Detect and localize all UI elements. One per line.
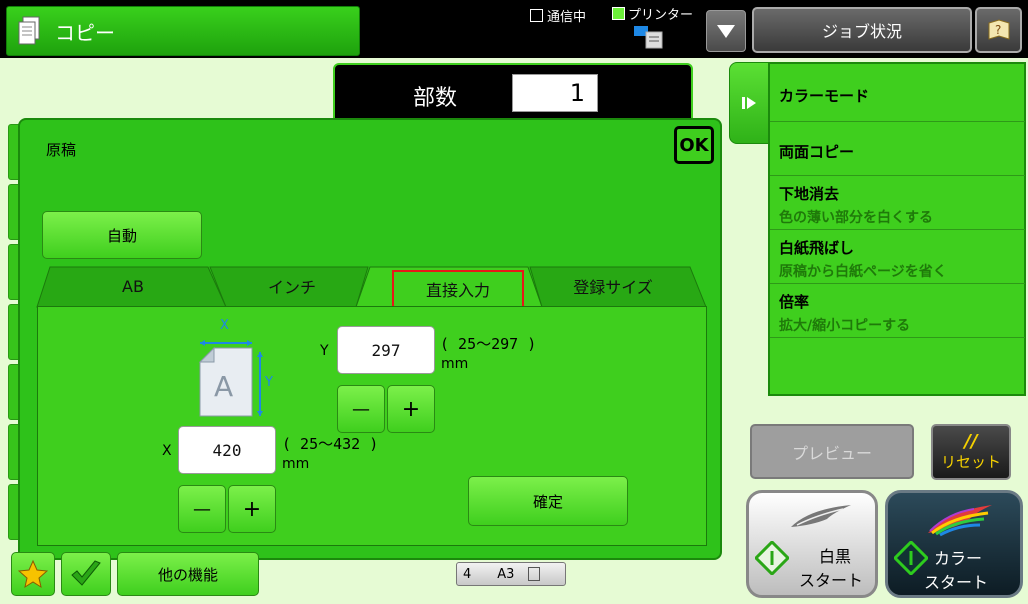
sidebar-item-zoom[interactable]: 倍率 拡大/縮小コピーする [770,284,1025,338]
tab-inch[interactable]: インチ [212,266,372,306]
color-feather-icon [928,505,992,537]
tray-icon [528,567,541,581]
printer-indicator: プリンター [612,4,693,23]
tray-paper-size: A3 [497,566,515,582]
help-button[interactable]: ? [975,7,1022,53]
app-title-bar: コピー [6,6,360,56]
color-start-button[interactable]: カラー スタート [885,490,1023,598]
y-size-input[interactable]: 297 [337,326,435,374]
tray-number: 4 [463,566,472,582]
y-range: ( 25～297 ) [440,335,537,353]
sidebar-item-duplex-label: 両面コピー [779,143,855,161]
bw-start-line1: 白黒 [819,547,852,566]
app-title: コピー [55,20,115,45]
color-start-line1: カラー [934,549,983,568]
diagram-x-label: X [220,318,229,333]
bw-start-diamond-icon [755,541,789,575]
copies-value: 1 [569,79,585,107]
x-range: ( 25～432 ) [282,435,379,453]
sidebar-item-zoom-label: 倍率 [779,293,810,311]
y-unit: mm [441,356,469,372]
copies-input[interactable]: 1 [512,74,598,112]
job-status-label: ジョブ状況 [821,22,902,41]
reset-mark-icon: // [964,430,978,452]
check-button[interactable] [61,552,111,596]
x-decrement-button[interactable]: — [178,485,226,533]
tab-ab-label: AB [122,276,144,296]
x-size-value: 420 [212,440,242,460]
y-size-value: 297 [371,340,401,360]
x-field-label: X [162,443,172,459]
preview-button[interactable]: プレビュー [750,424,914,479]
sidebar-item-blank-skip[interactable]: 白紙飛ばし 原稿から白紙ページを省く [770,230,1025,284]
bw-feather-icon [791,505,851,527]
favorite-button[interactable] [11,552,55,596]
printer-device-icon [632,24,664,50]
printer-status-icon [612,7,625,20]
sidebar-item-zoom-sub: 拡大/縮小コピーする [779,318,911,334]
tab-direct-input[interactable]: 直接入力 [392,270,524,308]
job-status-button[interactable]: ジョブ状況 [752,7,972,53]
x-minus-label: — [193,498,211,520]
y-field-label: Y [320,343,329,359]
tab-registered-size[interactable]: 登録サイズ [532,266,694,306]
paper-size-diagram [198,340,263,417]
printer-label: プリンター [628,8,694,23]
sidebar-item-color-mode[interactable]: カラーモード [770,64,1025,122]
triangle-down-icon [717,24,735,38]
x-plus-label: + [242,496,262,522]
confirm-label: 確定 [532,492,563,511]
copies-label: 部数 [413,86,458,111]
y-minus-label: — [352,398,370,420]
expand-arrow-icon [742,97,756,109]
dialog-title: 原稿 [46,141,77,159]
copy-icon [17,16,41,46]
ok-button[interactable]: OK [674,126,714,164]
bw-start-line2: スタート [799,571,864,590]
preview-label: プレビュー [791,443,872,463]
comm-label: 通信中 [547,10,587,25]
checkmark-icon [71,560,101,586]
bw-start-button[interactable]: 白黒 スタート [746,490,878,598]
x-increment-button[interactable]: + [228,485,276,533]
color-start-diamond-icon [894,541,928,575]
sidebar-item-color-mode-label: カラーモード [779,87,870,105]
sidebar-item-background-removal-sub: 色の薄い部分を白くする [779,210,933,226]
star-icon [18,559,48,589]
svg-text:?: ? [995,23,1001,37]
sidebar-item-duplex[interactable]: 両面コピー [770,122,1025,176]
sidebar-expand-handle[interactable] [729,62,769,144]
y-increment-button[interactable]: + [387,385,435,433]
dropdown-button[interactable] [706,10,746,52]
ok-label: OK [679,134,709,156]
tab-inch-label: インチ [267,278,316,297]
paper-tray-indicator: 4 A3 [456,562,566,586]
comm-indicator: 通信中 [530,6,586,25]
auto-label: 自動 [106,226,137,245]
other-functions-label: 他の機能 [157,565,218,584]
sidebar-item-background-removal[interactable]: 下地消去 色の薄い部分を白くする [770,176,1025,230]
x-unit: mm [282,456,310,472]
tab-direct-input-label: 直接入力 [425,281,490,300]
confirm-button[interactable]: 確定 [468,476,628,526]
help-book-icon: ? [988,19,1009,40]
diagram-letter: A [214,370,234,403]
y-decrement-button[interactable]: — [337,385,385,433]
x-size-input[interactable]: 420 [178,426,276,474]
tab-ab[interactable]: AB [50,266,216,306]
comm-checkbox-icon [530,9,543,22]
sidebar-item-blank-skip-sub: 原稿から白紙ページを省く [779,264,947,280]
other-functions-button[interactable]: 他の機能 [117,552,259,596]
auto-button[interactable]: 自動 [42,211,202,259]
reset-button[interactable]: // リセット [931,424,1011,480]
sidebar-item-background-removal-label: 下地消去 [779,185,840,203]
color-start-line2: スタート [924,573,989,592]
sidebar-item-blank-skip-label: 白紙飛ばし [779,239,855,257]
diagram-y-label: Y [265,375,273,390]
y-plus-label: + [401,396,421,422]
tab-registered-size-label: 登録サイズ [573,278,653,297]
reset-label: リセット [940,452,1001,471]
